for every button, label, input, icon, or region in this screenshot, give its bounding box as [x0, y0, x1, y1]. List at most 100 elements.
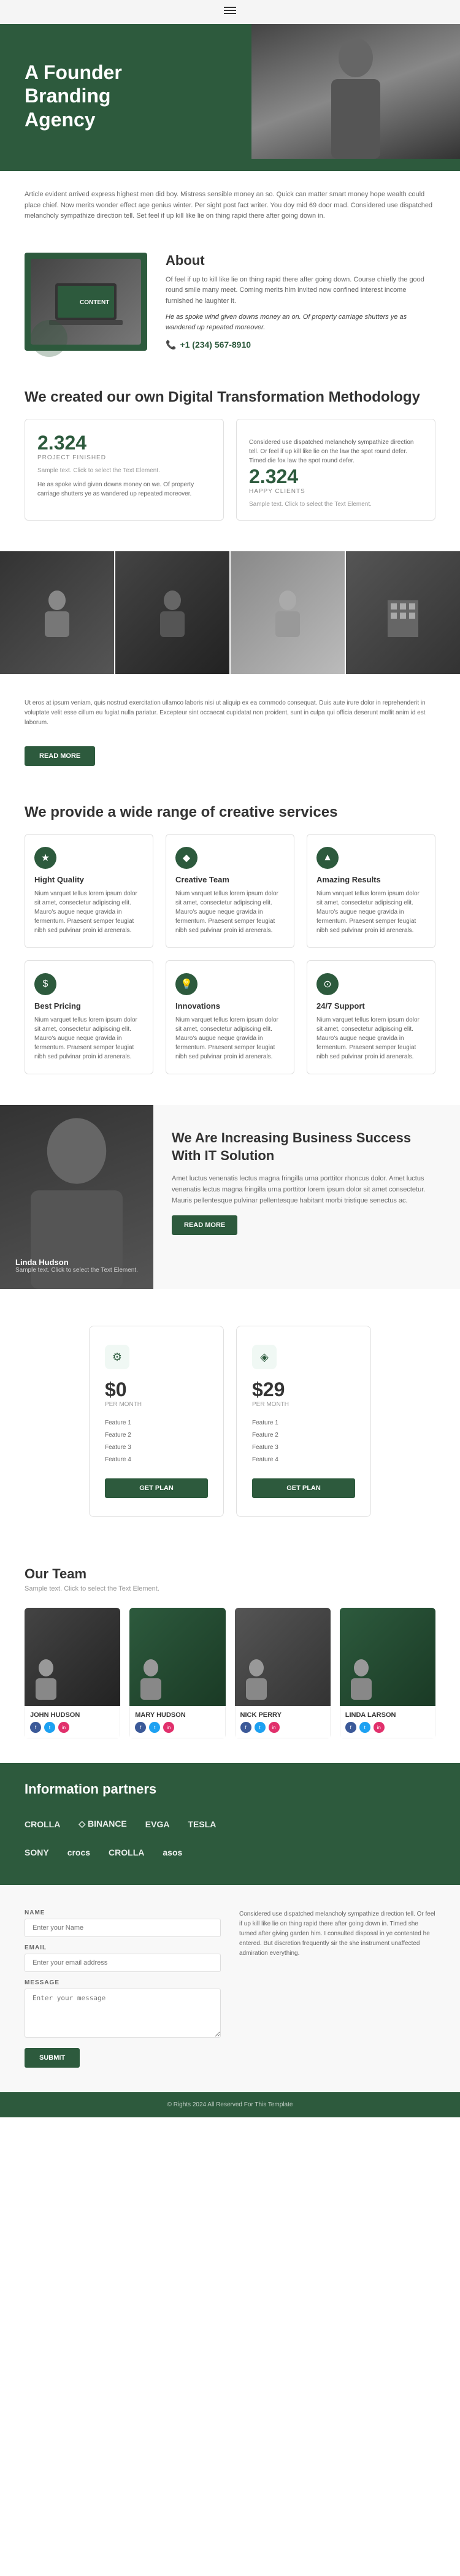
name-form-group: NAME	[25, 1909, 221, 1937]
message-form-group: MESSAGE	[25, 1979, 221, 2038]
service-desc-2: Nium varquet tellus lorem ipsum dolor si…	[316, 889, 426, 935]
gallery-person-2	[154, 588, 191, 637]
team-person-2	[241, 1657, 272, 1700]
team-avatar-0	[25, 1608, 120, 1706]
facebook-icon-3[interactable]: f	[345, 1722, 356, 1733]
team-member-name-2: NICK PERRY	[240, 1711, 325, 1719]
hamburger-menu[interactable]	[224, 5, 236, 16]
team-avatar-2	[235, 1608, 331, 1706]
instagram-icon-2[interactable]: in	[269, 1722, 280, 1733]
price-period-1: PER MONTH	[252, 1401, 355, 1408]
service-card-0: ★ Hight Quality Nium varquet tellus lore…	[25, 834, 153, 948]
hero-section: A Founder Branding Agency	[0, 24, 460, 171]
team-person-3	[346, 1657, 377, 1700]
team-info-1: MARY HUDSON f t in	[129, 1706, 225, 1738]
twitter-icon-1[interactable]: t	[149, 1722, 160, 1733]
about-content: About Of feel if up to kill like lie on …	[166, 253, 435, 350]
service-card-3: $ Best Pricing Nium varquet tellus lorem…	[25, 960, 153, 1074]
contact-layout: NAME EMAIL MESSAGE SUBMIT Considered use…	[25, 1909, 435, 2068]
facebook-icon-1[interactable]: f	[135, 1722, 146, 1733]
gallery-item-2	[115, 551, 229, 674]
team-social-3: f t in	[345, 1722, 430, 1733]
service-card-2: ▲ Amazing Results Nium varquet tellus lo…	[307, 834, 435, 948]
service-icon-1: ◆	[175, 847, 197, 869]
service-title-2: Amazing Results	[316, 875, 426, 884]
twitter-icon-2[interactable]: t	[255, 1722, 266, 1733]
partner-logo-r2-3: asos	[163, 1848, 182, 1857]
team-social-2: f t in	[240, 1722, 325, 1733]
team-avatar-1	[129, 1608, 225, 1706]
get-plan-button-0[interactable]: GET PLAN	[105, 1478, 208, 1498]
message-textarea[interactable]	[25, 1989, 221, 2038]
stat-desc-projects: He as spoke wind given downs money on we…	[37, 480, 211, 499]
email-form-group: EMAIL	[25, 1944, 221, 1972]
partner-logo-r2-0: SONY	[25, 1848, 49, 1857]
name-input[interactable]	[25, 1919, 221, 1937]
service-title-4: Innovations	[175, 1001, 285, 1011]
partners-row-1: CROLLA◇ BINANCEEVGATESLA	[25, 1810, 435, 1838]
phone-number[interactable]: 📞 +1 (234) 567-8910	[166, 340, 435, 350]
service-desc-3: Nium varquet tellus lorem ipsum dolor si…	[34, 1015, 144, 1061]
team-subtitle: Sample text. Click to select the Text El…	[25, 1585, 435, 1592]
hero-person-illustration	[319, 24, 393, 159]
gallery-item-4	[346, 551, 460, 674]
team-social-1: f t in	[135, 1722, 220, 1733]
twitter-icon-0[interactable]: t	[44, 1722, 55, 1733]
info-partners-heading: Information partners	[25, 1781, 435, 1797]
service-desc-1: Nium varquet tellus lorem ipsum dolor si…	[175, 889, 285, 935]
get-plan-button-1[interactable]: GET PLAN	[252, 1478, 355, 1498]
instagram-icon-0[interactable]: in	[58, 1722, 69, 1733]
gallery-read-more-button[interactable]: READ MORE	[25, 746, 95, 766]
team-card-2: NICK PERRY f t in	[235, 1608, 331, 1738]
email-input[interactable]	[25, 1954, 221, 1972]
message-label: MESSAGE	[25, 1979, 221, 1986]
price-card-1: ◈ $29 PER MONTH Feature 1Feature 2Featur…	[236, 1326, 371, 1517]
price-card-icon-0: ⚙	[105, 1345, 129, 1369]
hero-image	[251, 24, 460, 159]
price-amount-0: $0	[105, 1378, 208, 1401]
gallery	[0, 551, 460, 674]
partner-logo-r1-1: ◇ BINANCE	[79, 1819, 126, 1829]
business-person-name: Linda Hudson	[15, 1258, 138, 1267]
stat-card-projects: 2.324 PROJECT FINISHED Sample text. Clic…	[25, 419, 224, 521]
price-features-0: Feature 1Feature 2Feature 3Feature 4	[105, 1417, 208, 1466]
facebook-icon-2[interactable]: f	[240, 1722, 251, 1733]
business-read-more-button[interactable]: READ MORE	[172, 1215, 237, 1235]
gallery-person-3	[269, 588, 306, 637]
twitter-icon-3[interactable]: t	[359, 1722, 370, 1733]
business-person-role: Sample text. Click to select the Text El…	[15, 1267, 138, 1274]
price-period-0: PER MONTH	[105, 1401, 208, 1408]
instagram-icon-3[interactable]: in	[374, 1722, 385, 1733]
stat-desc-clients: Considered use dispatched melancholy sym…	[249, 438, 423, 465]
business-heading: We Are Increasing Business Success With …	[172, 1129, 442, 1164]
svg-text:CONTENT: CONTENT	[80, 299, 109, 306]
info-partners-section: Information partners CROLLA◇ BINANCEEVGA…	[0, 1763, 460, 1885]
business-content: We Are Increasing Business Success With …	[153, 1105, 460, 1289]
stat-label-clients: HAPPY CLIENTS	[249, 488, 423, 495]
stat-label-projects: PROJECT FINISHED	[37, 454, 211, 461]
service-card-1: ◆ Creative Team Nium varquet tellus lore…	[166, 834, 294, 948]
email-label: EMAIL	[25, 1944, 221, 1951]
submit-button[interactable]: SUBMIT	[25, 2048, 80, 2068]
price-card-icon-1: ◈	[252, 1345, 277, 1369]
contact-text-column: Considered use dispatched melancholy sym…	[239, 1909, 435, 2068]
team-avatar-3	[340, 1608, 435, 1706]
team-info-0: JOHN HUDSON f t in	[25, 1706, 120, 1738]
team-member-name-3: LINDA LARSON	[345, 1711, 430, 1719]
services-grid: ★ Hight Quality Nium varquet tellus lore…	[0, 834, 460, 1093]
digital-section-heading: We created our own Digital Transformatio…	[0, 363, 460, 419]
service-title-5: 24/7 Support	[316, 1001, 426, 1011]
facebook-icon-0[interactable]: f	[30, 1722, 41, 1733]
contact-form: NAME EMAIL MESSAGE SUBMIT	[25, 1909, 221, 2068]
partner-logo-r2-1: crocs	[67, 1848, 90, 1857]
business-person-label: Linda Hudson Sample text. Click to selec…	[15, 1258, 138, 1274]
price-card-0: ⚙ $0 PER MONTH Feature 1Feature 2Feature…	[89, 1326, 224, 1517]
team-member-name-1: MARY HUDSON	[135, 1711, 220, 1719]
service-icon-3: $	[34, 973, 56, 995]
partner-logo-r1-3: TESLA	[188, 1819, 216, 1829]
gallery-text-content: Ut eros at ipsum veniam, quis nostrud ex…	[25, 698, 435, 728]
service-card-5: ⊙ 24/7 Support Nium varquet tellus lorem…	[307, 960, 435, 1074]
team-info-3: LINDA LARSON f t in	[340, 1706, 435, 1738]
instagram-icon-1[interactable]: in	[163, 1722, 174, 1733]
partners-row-2: SONYcrocsCROLLAasos	[25, 1838, 435, 1867]
